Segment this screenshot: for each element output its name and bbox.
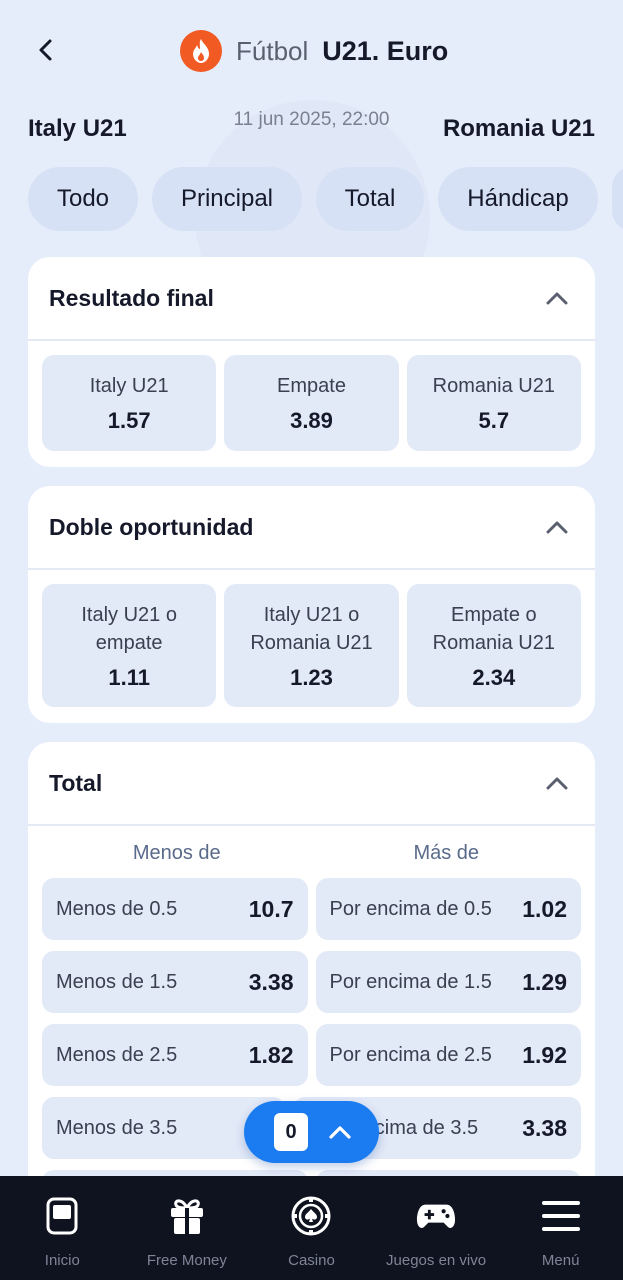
tab-more[interactable] [612, 167, 623, 231]
odd-button-home-or-draw[interactable]: Italy U21 o empate 1.11 [42, 584, 217, 707]
odd-value: 10.7 [248, 895, 294, 922]
outcome-label: Empate o [451, 603, 537, 626]
outcome-label: Menos de 3.5 [56, 1116, 178, 1139]
odd-value: 1.02 [522, 895, 567, 922]
odd-button-over[interactable]: Por encima de 1.5 1.29 [315, 951, 581, 1013]
total-row: Menos de 0.5 10.7 Por encima de 0.5 1.02 [42, 878, 581, 940]
column-header-over: Más de [413, 842, 480, 864]
odd-value: 1.92 [522, 1041, 567, 1068]
chevron-up-icon [326, 1118, 354, 1146]
tab-todo[interactable]: Todo [28, 167, 138, 231]
nav-item-inicio[interactable]: Inicio [0, 1176, 125, 1280]
outcome-label: Menos de 0.5 [56, 897, 178, 920]
tab-principal[interactable]: Principal [152, 167, 302, 231]
chevron-left-icon [39, 39, 52, 61]
bottom-navigation: Inicio Free Money Casino Juegos en vivo … [0, 1176, 623, 1280]
chevron-up-icon[interactable] [543, 769, 571, 797]
tab-total[interactable]: Total [316, 167, 424, 231]
odds-row: Italy U21 1.57 Empate 3.89 Romania U21 5… [28, 341, 595, 465]
home-team: Italy U21 [28, 115, 127, 142]
market-card-doble: Doble oportunidad Italy U21 o empate 1.1… [28, 486, 595, 723]
betslip-button[interactable]: 0 [244, 1101, 379, 1163]
odd-value: 3.38 [522, 1114, 567, 1141]
nav-item-juegos-en-vivo[interactable]: Juegos en vivo [374, 1176, 499, 1280]
menu-icon [541, 1196, 581, 1236]
odd-button-away[interactable]: Romania U21 5.7 [406, 355, 581, 451]
odd-value: 5.7 [478, 408, 510, 433]
home-icon [42, 1196, 82, 1236]
match-info: 11 jun 2025, 22:00 Italy U21 Romania U21 [0, 105, 623, 155]
total-row: Menos de 1.5 3.38 Por encima de 1.5 1.29 [42, 951, 581, 1013]
total-column-headers: Menos de Más de [28, 826, 595, 878]
nav-label: Inicio [44, 1252, 80, 1269]
odd-value: 2.34 [472, 664, 516, 690]
gift-icon [167, 1196, 207, 1236]
market-title: Total [49, 769, 103, 796]
outcome-label: Italy U21 o [263, 603, 360, 626]
outcome-label: Por encima de 2.5 [329, 1043, 492, 1066]
odd-value: 1.82 [248, 1041, 294, 1068]
outcome-label: Romania U21 [432, 631, 555, 654]
odd-value: 1.11 [108, 664, 150, 690]
away-team: Romania U21 [442, 115, 595, 142]
market-tabs: Todo Principal Total Hándicap [28, 167, 623, 231]
casino-chip-icon [291, 1196, 331, 1236]
nav-label: Juegos en vivo [386, 1252, 487, 1269]
betslip-ticket-icon: 0 [274, 1113, 308, 1151]
market-card-resultado: Resultado final Italy U21 1.57 Empate 3.… [28, 257, 595, 467]
odd-button-home[interactable]: Italy U21 1.57 [42, 355, 217, 451]
nav-item-menu[interactable]: Menú [498, 1176, 623, 1280]
odds-row: Italy U21 o empate 1.11 Italy U21 o Roma… [28, 570, 595, 721]
league-name: U21. Euro [322, 35, 449, 66]
outcome-label: Por encima de 0.5 [329, 897, 492, 920]
outcome-label: empate [95, 631, 163, 654]
header: Fútbol U21. Euro [0, 0, 623, 100]
nav-label: Casino [288, 1252, 335, 1269]
betslip-count: 0 [285, 1120, 297, 1143]
odd-button-under[interactable]: Menos de 1.5 3.38 [42, 951, 308, 1013]
odd-button-draw[interactable]: Empate 3.89 [224, 355, 399, 451]
market-title: Doble oportunidad [49, 513, 254, 540]
outcome-label: Menos de 1.5 [56, 970, 178, 993]
outcome-label: Romania U21 [250, 631, 373, 654]
outcome-label: Menos de 2.5 [56, 1043, 178, 1066]
tab-handicap[interactable]: Hándicap [438, 167, 598, 231]
odd-value: 3.89 [290, 408, 333, 433]
market-title: Resultado final [49, 284, 214, 311]
back-button[interactable] [30, 34, 62, 66]
odd-button-draw-or-away[interactable]: Empate o Romania U21 2.34 [406, 584, 581, 707]
gamepad-icon [416, 1196, 456, 1236]
odd-button-under[interactable]: Menos de 2.5 1.82 [42, 1024, 308, 1086]
chevron-up-icon[interactable] [543, 284, 571, 312]
outcome-label: Italy U21 [89, 375, 169, 397]
nav-item-casino[interactable]: Casino [249, 1176, 374, 1280]
odd-value: 1.29 [522, 968, 567, 995]
sport-name: Fútbol [236, 35, 309, 66]
total-row: Menos de 2.5 1.82 Por encima de 2.5 1.92 [42, 1024, 581, 1086]
nav-label: Free Money [146, 1252, 227, 1269]
market-header[interactable]: Total [28, 742, 595, 826]
odd-button-under[interactable]: Menos de 0.5 10.7 [42, 878, 308, 940]
flame-icon [180, 30, 222, 72]
column-header-under: Menos de [132, 842, 221, 864]
odd-button-over[interactable]: Por encima de 0.5 1.02 [315, 878, 581, 940]
outcome-label: Italy U21 o [81, 603, 177, 626]
page-title: Fútbol U21. Euro [180, 30, 448, 72]
odd-button-over[interactable]: Por encima de 2.5 1.92 [315, 1024, 581, 1086]
odd-value: 1.57 [107, 408, 151, 433]
market-header[interactable]: Resultado final [28, 257, 595, 341]
chevron-up-icon[interactable] [543, 513, 571, 541]
odd-value: 3.38 [248, 968, 294, 995]
odd-button-home-or-away[interactable]: Italy U21 o Romania U21 1.23 [224, 584, 399, 707]
outcome-label: Por encima de 1.5 [329, 970, 492, 993]
nav-item-free-money[interactable]: Free Money [125, 1176, 250, 1280]
market-header[interactable]: Doble oportunidad [28, 486, 595, 570]
outcome-label: Empate [277, 375, 346, 397]
odd-value: 1.23 [290, 664, 333, 690]
outcome-label: Romania U21 [432, 375, 555, 397]
nav-label: Menú [541, 1252, 580, 1269]
